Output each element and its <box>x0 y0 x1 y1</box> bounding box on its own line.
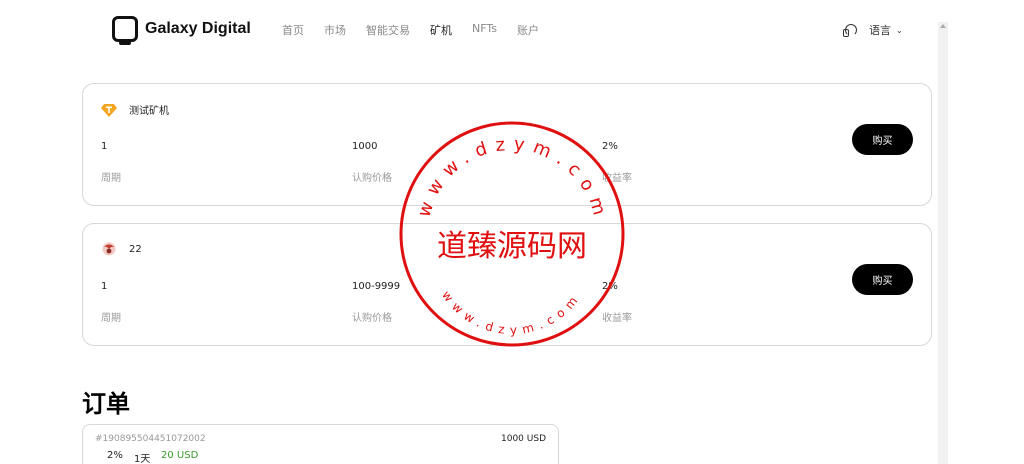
order-earning: 20 USD <box>161 450 199 461</box>
miner-price-value: 1000 <box>352 141 378 152</box>
scroll-up-arrow-icon[interactable] <box>940 24 946 28</box>
nav-home[interactable]: 首页 <box>282 22 304 38</box>
miner-price-label: 认购价格 <box>352 313 392 324</box>
miner-period-value: 1 <box>101 281 108 292</box>
brand-name: Galaxy Digital <box>145 20 251 37</box>
miner-title: 测试矿机 <box>101 102 169 117</box>
chevron-down-icon: ⌄ <box>896 25 903 35</box>
miner-title: 22 <box>101 242 142 256</box>
logo-icon <box>112 16 138 45</box>
order-id: #190895504451072002 <box>95 434 206 444</box>
coin-icon <box>102 242 116 256</box>
nav-market[interactable]: 市场 <box>324 22 346 38</box>
miner-card: 测试矿机 1 1000 2% 周期 认购价格 收益率 购买 <box>82 83 932 206</box>
miner-rate-label: 收益率 <box>602 173 632 184</box>
top-header: Galaxy Digital 首页 市场 智能交易 矿机 NFTs 账户 语言 … <box>0 0 1024 60</box>
main-nav: 首页 市场 智能交易 矿机 NFTs 账户 <box>282 22 559 38</box>
miner-rate-label: 收益率 <box>602 313 632 324</box>
orders-heading: 订单 <box>82 390 130 418</box>
order-period: 1天 <box>134 454 151 464</box>
nav-account[interactable]: 账户 <box>517 22 539 38</box>
order-card[interactable]: #190895504451072002 1000 USD 2% 1天 20 US… <box>82 424 559 464</box>
brand-logo[interactable]: Galaxy Digital <box>112 16 251 45</box>
order-rate: 2% <box>107 450 123 461</box>
miner-rate-value: 2% <box>602 281 618 292</box>
language-label: 语言 <box>869 24 891 37</box>
miner-price-value: 100-9999 <box>352 281 401 292</box>
miner-name: 测试矿机 <box>129 106 169 117</box>
nav-smart-trade[interactable]: 智能交易 <box>366 22 410 38</box>
miner-rate-value: 2% <box>602 141 618 152</box>
buy-button[interactable]: 购买 <box>852 264 913 295</box>
tether-coin-icon <box>101 103 117 117</box>
miner-card: 22 1 100-9999 2% 周期 认购价格 收益率 购买 <box>82 223 932 346</box>
nav-nfts[interactable]: NFTs <box>472 22 497 38</box>
miner-period-value: 1 <box>101 141 108 152</box>
headset-icon[interactable] <box>843 24 857 37</box>
miner-name: 22 <box>129 243 142 255</box>
buy-button[interactable]: 购买 <box>852 124 913 155</box>
miner-period-label: 周期 <box>101 313 121 324</box>
miner-period-label: 周期 <box>101 173 121 184</box>
language-selector[interactable]: 语言 ⌄ <box>843 22 903 38</box>
order-amount: 1000 USD <box>501 434 546 444</box>
scrollbar[interactable] <box>938 22 948 464</box>
miner-price-label: 认购价格 <box>352 173 392 184</box>
nav-miner[interactable]: 矿机 <box>430 22 452 38</box>
